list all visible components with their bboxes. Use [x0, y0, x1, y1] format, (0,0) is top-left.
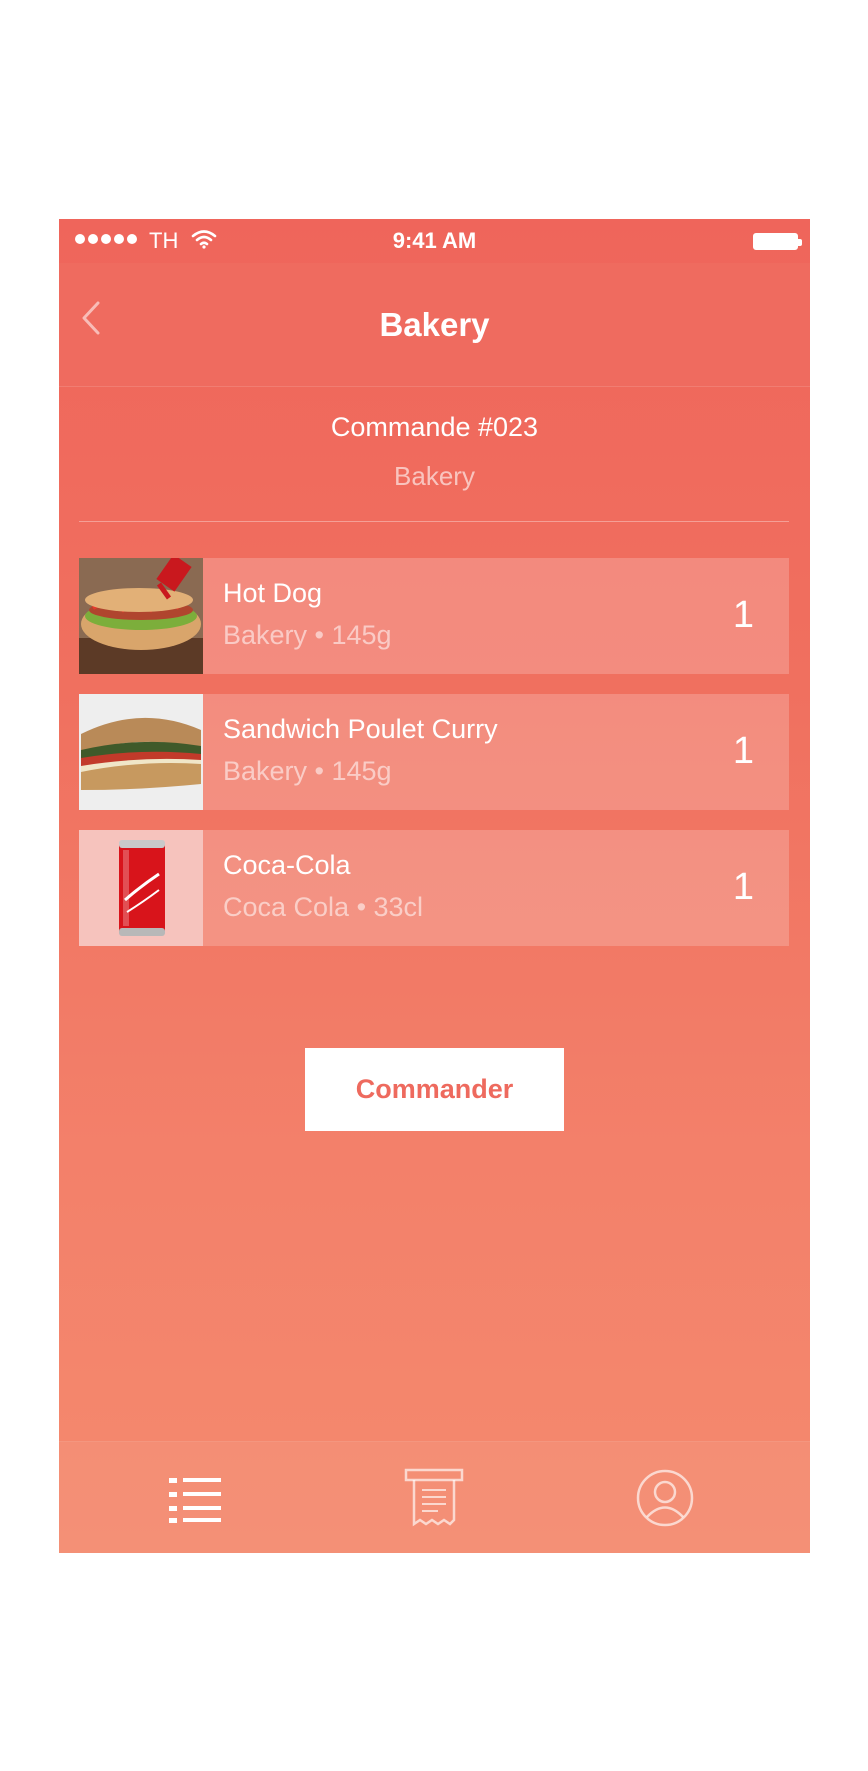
item-name: Sandwich Poulet Curry — [223, 714, 498, 744]
navigation-bar: Bakery — [59, 263, 810, 387]
coca-cola-can-image — [79, 830, 203, 946]
tab-bar — [59, 1441, 810, 1553]
page-title: Bakery — [379, 306, 490, 343]
order-title: Commande #023 — [330, 412, 539, 442]
item-name: Hot Dog — [223, 578, 323, 608]
app-screen: TH 9:41 AM Bakery Commande #023 Bakery H… — [59, 219, 810, 1553]
item-quantity: 1 — [732, 594, 754, 636]
item-quantity: 1 — [732, 866, 754, 908]
status-time: 9:41 AM — [392, 228, 477, 253]
order-subtitle: Bakery — [394, 461, 475, 491]
status-bar: TH 9:41 AM — [59, 219, 810, 263]
item-meta: Bakery • 145g — [223, 620, 392, 650]
nav-divider — [59, 386, 810, 387]
battery-tip — [798, 239, 802, 246]
item-meta: Bakery • 145g — [223, 756, 392, 786]
receipt-icon[interactable] — [404, 1468, 464, 1528]
list-icon[interactable] — [165, 1468, 225, 1528]
user-icon[interactable] — [635, 1468, 695, 1528]
item-meta: Coca Cola • 33cl — [223, 892, 424, 922]
list-item[interactable]: Sandwich Poulet Curry Bakery • 145g 1 — [79, 694, 789, 810]
list-item[interactable]: Coca-Cola Coca Cola • 33cl 1 — [79, 830, 789, 946]
item-quantity: 1 — [732, 730, 754, 772]
hot-dog-image — [79, 558, 203, 674]
item-name: Coca-Cola — [223, 850, 351, 880]
commander-button[interactable]: Commander — [305, 1048, 564, 1131]
list-item[interactable]: Hot Dog Bakery • 145g 1 — [79, 558, 789, 674]
sandwich-image — [79, 694, 203, 810]
order-divider — [79, 521, 789, 522]
battery-icon — [753, 233, 798, 250]
